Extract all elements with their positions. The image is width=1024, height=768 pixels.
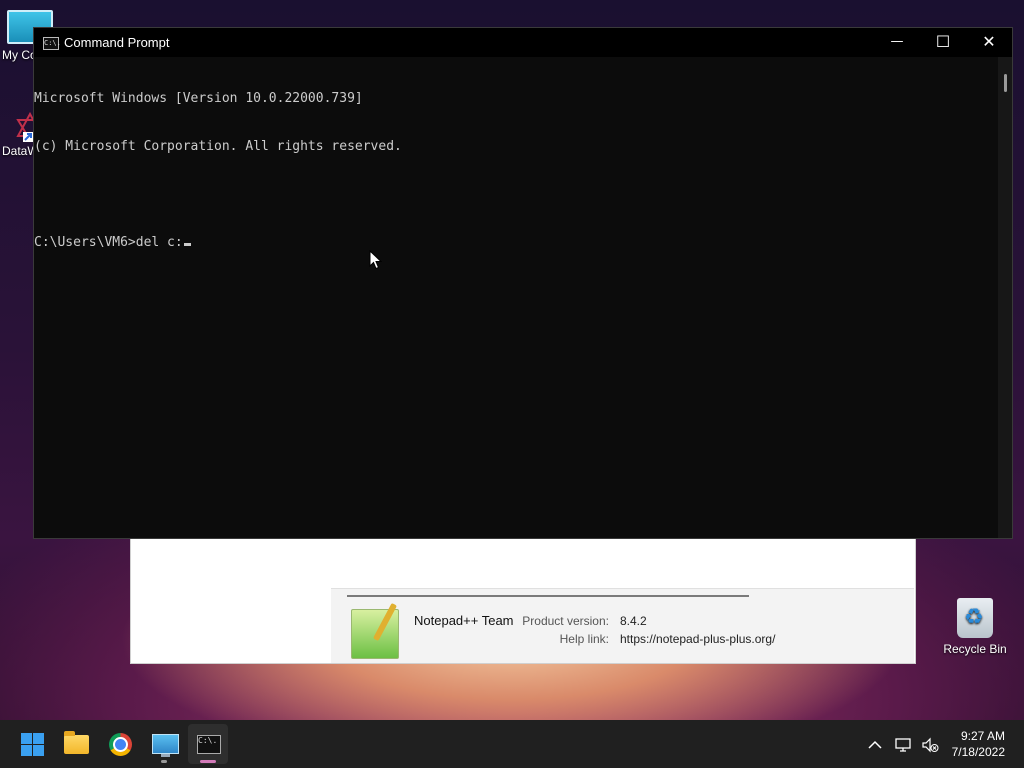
desktop-icon-label: Recycle Bin	[943, 642, 1007, 656]
help-link-label: Help link:	[559, 632, 609, 646]
remote-desktop-icon	[152, 734, 179, 757]
product-version-label: Product version:	[522, 614, 609, 628]
window-title: Command Prompt	[64, 35, 170, 50]
recycle-bin-icon	[957, 598, 993, 638]
volume-muted-icon[interactable]	[918, 720, 942, 768]
folder-icon	[64, 731, 89, 754]
taskbar-chrome[interactable]	[100, 724, 140, 764]
close-button[interactable]: ✕	[966, 28, 1012, 57]
maximize-button[interactable]: ☐	[920, 28, 966, 57]
clock-date: 7/18/2022	[951, 745, 1005, 759]
console-prompt-line: C:\Users\VM6>del c:	[34, 235, 998, 251]
network-icon[interactable]	[892, 720, 916, 768]
chrome-icon	[109, 733, 132, 756]
minimize-button[interactable]: —	[874, 28, 920, 57]
mouse-pointer-icon	[369, 250, 383, 270]
scroll-indicator[interactable]	[347, 595, 749, 597]
product-version-value: 8.4.2	[620, 614, 647, 628]
active-indicator	[200, 760, 216, 763]
taskbar: C:\. 9:27 AM 7/18/2022	[0, 720, 1024, 768]
help-link[interactable]: https://notepad-plus-plus.org/	[620, 632, 775, 646]
notepad-plus-plus-logo-icon	[351, 609, 399, 659]
vertical-scrollbar[interactable]	[998, 57, 1012, 538]
text-cursor	[183, 243, 191, 246]
notepad-about-info-panel: Notepad++ Team Product version: 8.4.2 He…	[331, 588, 914, 663]
scrollbar-thumb[interactable]	[1004, 74, 1007, 92]
console-line: Microsoft Windows [Version 10.0.22000.73…	[34, 91, 363, 106]
taskbar-file-explorer[interactable]	[56, 724, 96, 764]
taskbar-remote-desktop[interactable]	[144, 724, 184, 764]
command-prompt-icon: C:\.	[197, 735, 221, 754]
running-indicator	[161, 760, 167, 763]
command-prompt-window[interactable]: C:\. Command Prompt — ☐ ✕ Microsoft Wind…	[33, 27, 1013, 539]
desktop-icon-recycle-bin[interactable]: Recycle Bin	[940, 598, 1010, 656]
taskbar-command-prompt[interactable]: C:\.	[188, 724, 228, 764]
console-output[interactable]: Microsoft Windows [Version 10.0.22000.73…	[34, 57, 998, 538]
tray-overflow-chevron-icon[interactable]	[864, 720, 886, 768]
console-command: C:\Users\VM6>del c:	[34, 235, 183, 250]
console-line: (c) Microsoft Corporation. All rights re…	[34, 139, 402, 154]
notepad-about-window[interactable]: Notepad++ Team Product version: 8.4.2 He…	[130, 537, 916, 664]
title-bar[interactable]: C:\. Command Prompt — ☐ ✕	[34, 28, 1012, 57]
windows-logo-icon	[21, 733, 44, 756]
command-prompt-icon: C:\.	[43, 37, 61, 50]
clock-time: 9:27 AM	[960, 729, 1005, 743]
system-clock[interactable]: 9:27 AM 7/18/2022	[952, 728, 1005, 760]
taskbar-start-button[interactable]	[12, 724, 52, 764]
